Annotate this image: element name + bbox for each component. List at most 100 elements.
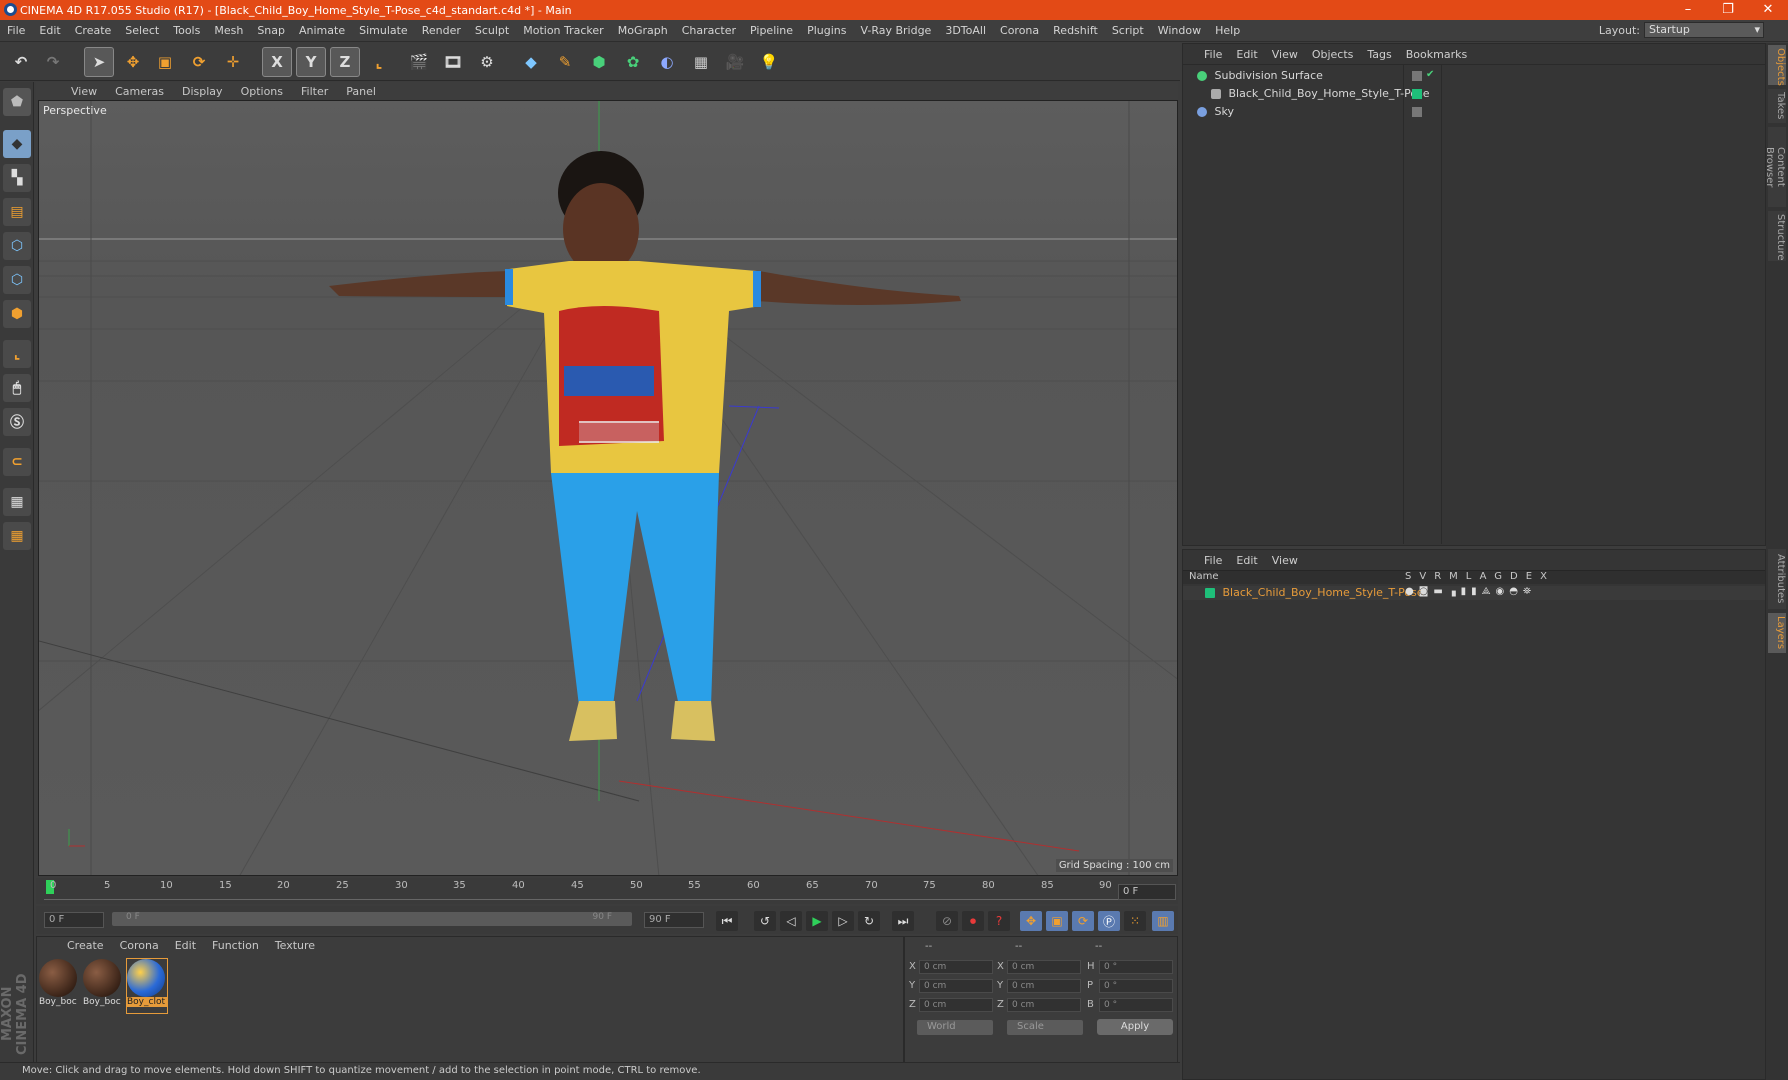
material-menu-edit[interactable]: Edit (167, 939, 204, 952)
layer-tag-icon[interactable] (1412, 107, 1422, 117)
rotation-b-field[interactable]: 0 ° (1099, 998, 1173, 1012)
cube-primitive-icon[interactable]: ◆ (516, 47, 546, 77)
move-tool-icon[interactable]: ✥ (118, 47, 148, 77)
menu-redshift[interactable]: Redshift (1046, 24, 1105, 37)
record-keys-icon[interactable]: ⊘ (936, 911, 958, 931)
menu-vray-bridge[interactable]: V-Ray Bridge (853, 24, 938, 37)
camera-icon[interactable]: 🎥 (720, 47, 750, 77)
next-key-icon[interactable]: ↻ (858, 911, 880, 931)
polygons-mode-icon[interactable]: ⬢ (3, 300, 31, 328)
layout-dropdown[interactable]: Startup (1644, 22, 1764, 38)
lm-menu-file[interactable]: File (1197, 554, 1229, 567)
auto-key-icon[interactable]: ⏺ (962, 911, 984, 931)
om-menu-file[interactable]: File (1197, 48, 1229, 61)
layer-row[interactable]: Black_Child_Boy_Home_Style_T-Pose (1205, 586, 1424, 602)
menu-snap[interactable]: Snap (250, 24, 292, 37)
play-icon[interactable]: ▶ (806, 911, 828, 931)
magnet-icon[interactable]: ⊂ (3, 448, 31, 476)
menu-mesh[interactable]: Mesh (207, 24, 250, 37)
menu-sculpt[interactable]: Sculpt (468, 24, 516, 37)
menu-window[interactable]: Window (1151, 24, 1208, 37)
material-menu-texture[interactable]: Texture (267, 939, 323, 952)
om-menu-objects[interactable]: Objects (1305, 48, 1361, 61)
array-generator-icon[interactable]: ✿ (618, 47, 648, 77)
object-row-sky[interactable]: Sky (1197, 105, 1234, 121)
layer-color-icon[interactable] (1412, 89, 1422, 99)
redo-icon[interactable]: ↷ (38, 47, 68, 77)
om-menu-edit[interactable]: Edit (1229, 48, 1264, 61)
menu-edit[interactable]: Edit (32, 24, 67, 37)
menu-animate[interactable]: Animate (292, 24, 352, 37)
scale-tool-icon[interactable]: ▣ (150, 47, 180, 77)
side-tab-structure[interactable]: Structure (1768, 211, 1786, 261)
workplane-mode-icon[interactable]: ▤ (3, 198, 31, 226)
scale-dropdown[interactable]: Scale (1007, 1020, 1083, 1035)
lock-workplane-icon[interactable]: ▦ (3, 488, 31, 516)
key-pla-icon[interactable]: ⁙ (1124, 911, 1146, 931)
layer-tag-icon[interactable] (1412, 71, 1422, 81)
coordinate-system-icon[interactable]: ⌞ (364, 47, 394, 77)
om-menu-tags[interactable]: Tags (1360, 48, 1398, 61)
transform-tool-icon[interactable]: ✛ (218, 47, 248, 77)
menu-mograph[interactable]: MoGraph (611, 24, 675, 37)
rotation-h-field[interactable]: 0 ° (1099, 960, 1173, 974)
size-y-field[interactable]: 0 cm (1007, 979, 1081, 993)
minimize-button[interactable]: – (1668, 0, 1708, 20)
undo-icon[interactable]: ↶ (6, 47, 36, 77)
light-icon[interactable]: 💡 (754, 47, 784, 77)
select-arrow-icon[interactable]: ➤ (84, 47, 114, 77)
menu-help[interactable]: Help (1208, 24, 1247, 37)
menu-plugins[interactable]: Plugins (800, 24, 853, 37)
key-parameter-icon[interactable]: Ⓟ (1098, 911, 1120, 931)
material-swatch-selected[interactable]: Boy_clot (126, 958, 168, 1014)
subdivision-surface-icon[interactable]: ⬢ (584, 47, 614, 77)
key-scale-icon[interactable]: ▣ (1046, 911, 1068, 931)
viewport-menu-panel[interactable]: Panel (337, 85, 385, 98)
snap-toggle-icon[interactable]: Ⓢ (3, 408, 31, 436)
om-menu-view[interactable]: View (1265, 48, 1305, 61)
material-menu-create[interactable]: Create (59, 939, 112, 952)
menu-corona[interactable]: Corona (993, 24, 1046, 37)
object-row-subdivision[interactable]: Subdivision Surface (1197, 69, 1323, 85)
material-swatch[interactable]: Boy_boc (39, 959, 79, 1013)
maximize-button[interactable]: ❐ (1708, 0, 1748, 20)
viewport-menu-cameras[interactable]: Cameras (106, 85, 173, 98)
timeline-ruler[interactable]: 0 5 10 15 20 25 30 35 40 45 50 55 60 65 … (36, 878, 1178, 904)
z-axis-toggle[interactable]: Z (330, 47, 360, 77)
viewport-menu-filter[interactable]: Filter (292, 85, 337, 98)
apply-button[interactable]: Apply (1097, 1019, 1173, 1035)
size-z-field[interactable]: 0 cm (1007, 998, 1081, 1012)
check-icon[interactable]: ✔ (1426, 69, 1434, 80)
material-menu-function[interactable]: Function (204, 939, 267, 952)
menu-file[interactable]: File (0, 24, 32, 37)
deformer-icon[interactable]: ◐ (652, 47, 682, 77)
menu-simulate[interactable]: Simulate (352, 24, 415, 37)
end-frame-field[interactable]: 90 F (644, 912, 704, 928)
position-x-field[interactable]: 0 cm (919, 960, 993, 974)
layer-toggle-icons[interactable]: ●◙▬▗▮▮⟁◉◓⛯ (1405, 586, 1536, 597)
menu-3dtoall[interactable]: 3DToAll (938, 24, 993, 37)
menu-select[interactable]: Select (118, 24, 166, 37)
render-picture-viewer-icon[interactable]: 🎞 (438, 47, 468, 77)
position-y-field[interactable]: 0 cm (919, 979, 993, 993)
menu-tools[interactable]: Tools (166, 24, 207, 37)
om-menu-bookmarks[interactable]: Bookmarks (1399, 48, 1474, 61)
lm-menu-edit[interactable]: Edit (1229, 554, 1264, 567)
prev-key-icon[interactable]: ↺ (754, 911, 776, 931)
key-rotation-icon[interactable]: ⟳ (1072, 911, 1094, 931)
material-menu-corona[interactable]: Corona (112, 939, 167, 952)
axis-mode-icon[interactable]: ⌞ (3, 340, 31, 368)
make-editable-icon[interactable]: ⬟ (3, 88, 31, 116)
perspective-viewport[interactable]: Perspective Grid Spacing : 100 cm (38, 100, 1178, 876)
viewport-menu-view[interactable]: View (62, 85, 106, 98)
prev-frame-icon[interactable]: ◁ (780, 911, 802, 931)
start-frame-field[interactable]: 0 F (44, 912, 104, 928)
object-row-character[interactable]: Black_Child_Boy_Home_Style_T-Pose (1211, 87, 1430, 103)
planar-workplane-icon[interactable]: ▦ (3, 522, 31, 550)
next-frame-icon[interactable]: ▷ (832, 911, 854, 931)
x-axis-toggle[interactable]: X (262, 47, 292, 77)
render-settings-icon[interactable]: ⚙ (472, 47, 502, 77)
goto-end-icon[interactable]: ⏭ (892, 911, 914, 931)
close-button[interactable]: ✕ (1748, 0, 1788, 20)
timeline-window-icon[interactable]: ▥ (1152, 911, 1174, 931)
